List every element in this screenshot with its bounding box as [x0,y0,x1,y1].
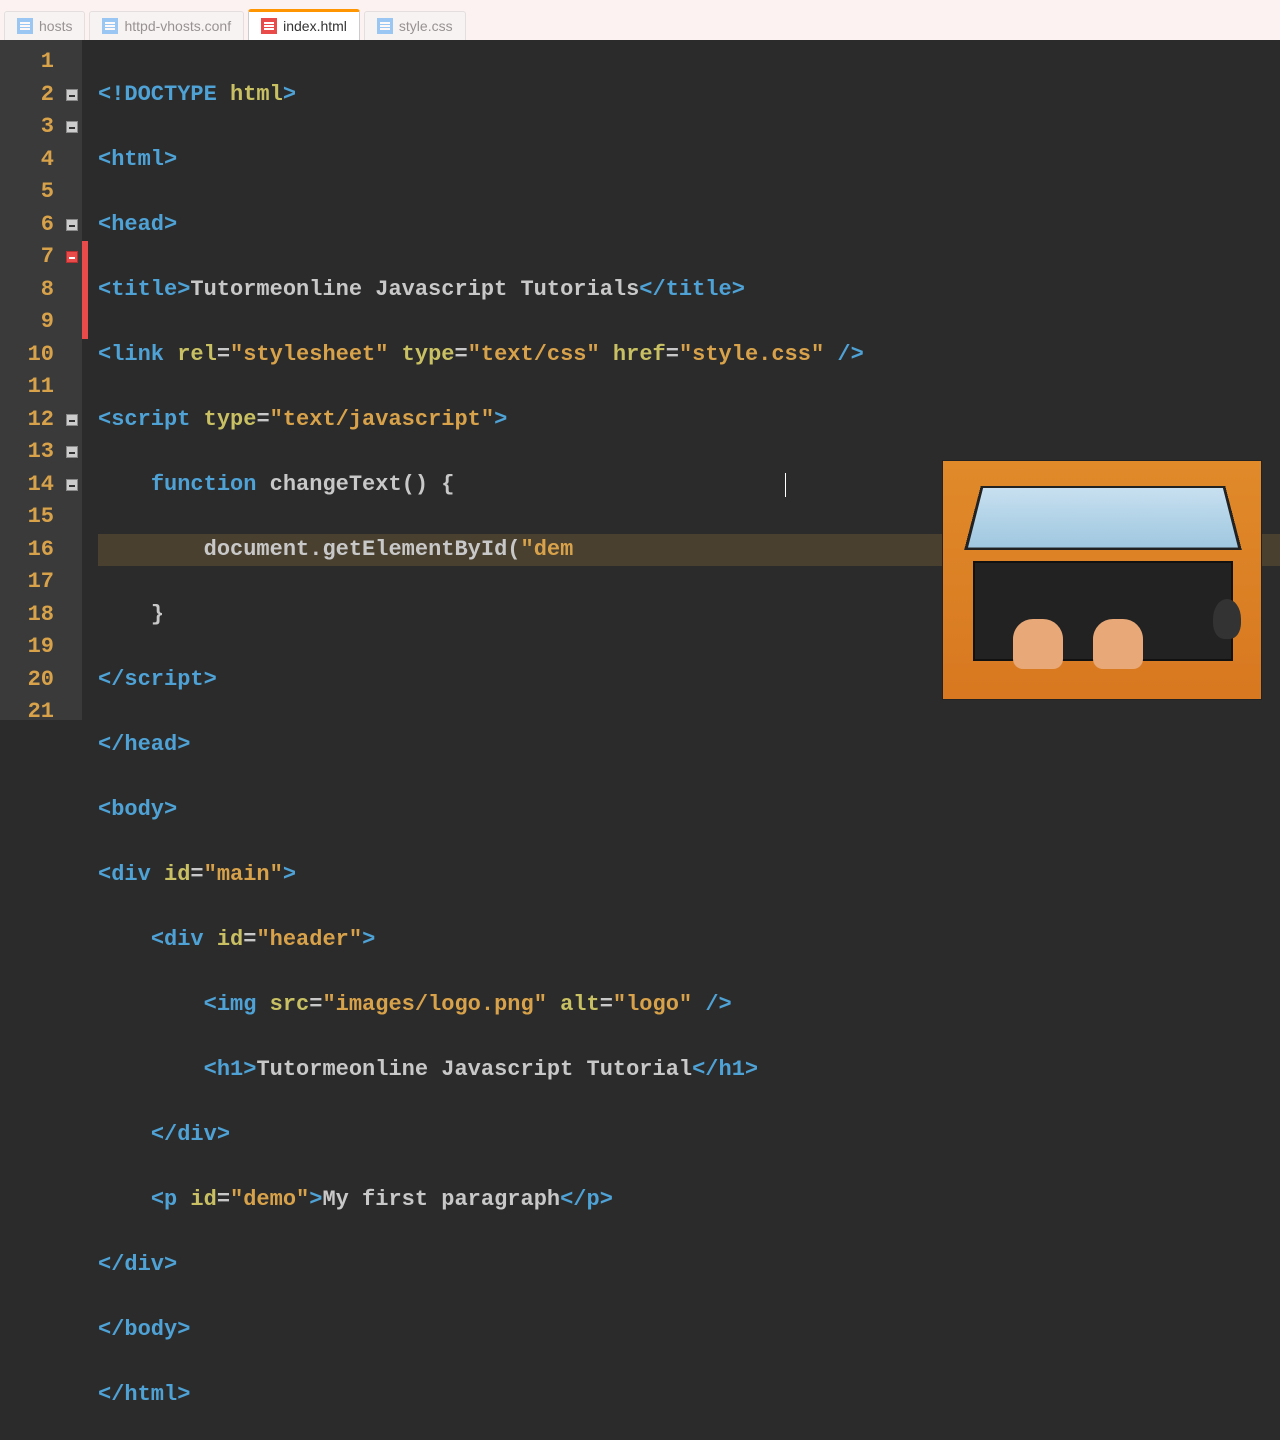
line-number: 18 [0,599,54,632]
text-cursor-icon [785,473,786,497]
mouse-icon [1213,599,1241,639]
line-number: 15 [0,501,54,534]
fold-toggle-icon[interactable] [66,89,78,101]
code-line[interactable]: <script type="text/javascript"> [98,404,1280,437]
file-icon [377,18,393,34]
tab-style-css[interactable]: style.css [364,11,466,40]
code-line[interactable]: <p id="demo">My first paragraph</p> [98,1184,1280,1217]
hand-icon [1093,619,1143,669]
line-number: 8 [0,274,54,307]
code-line[interactable]: </div> [98,1249,1280,1282]
code-line[interactable]: <div id="main"> [98,859,1280,892]
hand-icon [1013,619,1063,669]
line-number: 13 [0,436,54,469]
file-icon [17,18,33,34]
line-number: 11 [0,371,54,404]
line-number: 6 [0,209,54,242]
fold-toggle-icon[interactable] [66,414,78,426]
line-number: 16 [0,534,54,567]
code-line[interactable]: <img src="images/logo.png" alt="logo" /> [98,989,1280,1022]
tab-label: index.html [283,18,347,34]
line-number: 19 [0,631,54,664]
file-icon [102,18,118,34]
line-number: 2 [0,79,54,112]
code-line[interactable]: <link rel="stylesheet" type="text/css" h… [98,339,1280,372]
code-line[interactable]: <body> [98,794,1280,827]
code-line[interactable]: </body> [98,1314,1280,1347]
fold-column [62,40,82,720]
fold-toggle-icon[interactable] [66,251,78,263]
code-line[interactable]: <html> [98,144,1280,177]
code-line[interactable]: <head> [98,209,1280,242]
code-line[interactable]: </div> [98,1119,1280,1152]
code-line[interactable]: <title>Tutormeonline Javascript Tutorial… [98,274,1280,307]
fold-toggle-icon[interactable] [66,121,78,133]
tab-bar: hosts httpd-vhosts.conf index.html style… [0,0,1280,40]
webcam-overlay [942,460,1262,700]
line-number: 10 [0,339,54,372]
tab-label: style.css [399,18,453,34]
tab-label: hosts [39,18,72,34]
fold-toggle-icon[interactable] [66,446,78,458]
fold-toggle-icon[interactable] [66,219,78,231]
line-number: 14 [0,469,54,502]
tab-label: httpd-vhosts.conf [124,18,231,34]
line-number: 3 [0,111,54,144]
code-line[interactable]: <div id="header"> [98,924,1280,957]
line-number: 1 [0,46,54,79]
file-icon [261,18,277,34]
line-number: 21 [0,696,54,729]
line-number: 17 [0,566,54,599]
line-number: 4 [0,144,54,177]
code-line[interactable]: <!DOCTYPE html> [98,79,1280,112]
line-number: 5 [0,176,54,209]
line-number: 9 [0,306,54,339]
fold-toggle-icon[interactable] [66,479,78,491]
code-line[interactable]: <h1>Tutormeonline Javascript Tutorial</h… [98,1054,1280,1087]
tab-index-html[interactable]: index.html [248,9,360,40]
line-number: 7 [0,241,54,274]
tab-vhosts[interactable]: httpd-vhosts.conf [89,11,244,40]
line-number: 12 [0,404,54,437]
line-number: 20 [0,664,54,697]
code-line[interactable]: </head> [98,729,1280,762]
tab-hosts[interactable]: hosts [4,11,85,40]
line-number-gutter: 1 2 3 4 5 6 7 8 9 10 11 12 13 14 15 16 1… [0,40,62,720]
laptop-screen-icon [964,486,1242,550]
code-line[interactable]: </html> [98,1379,1280,1412]
